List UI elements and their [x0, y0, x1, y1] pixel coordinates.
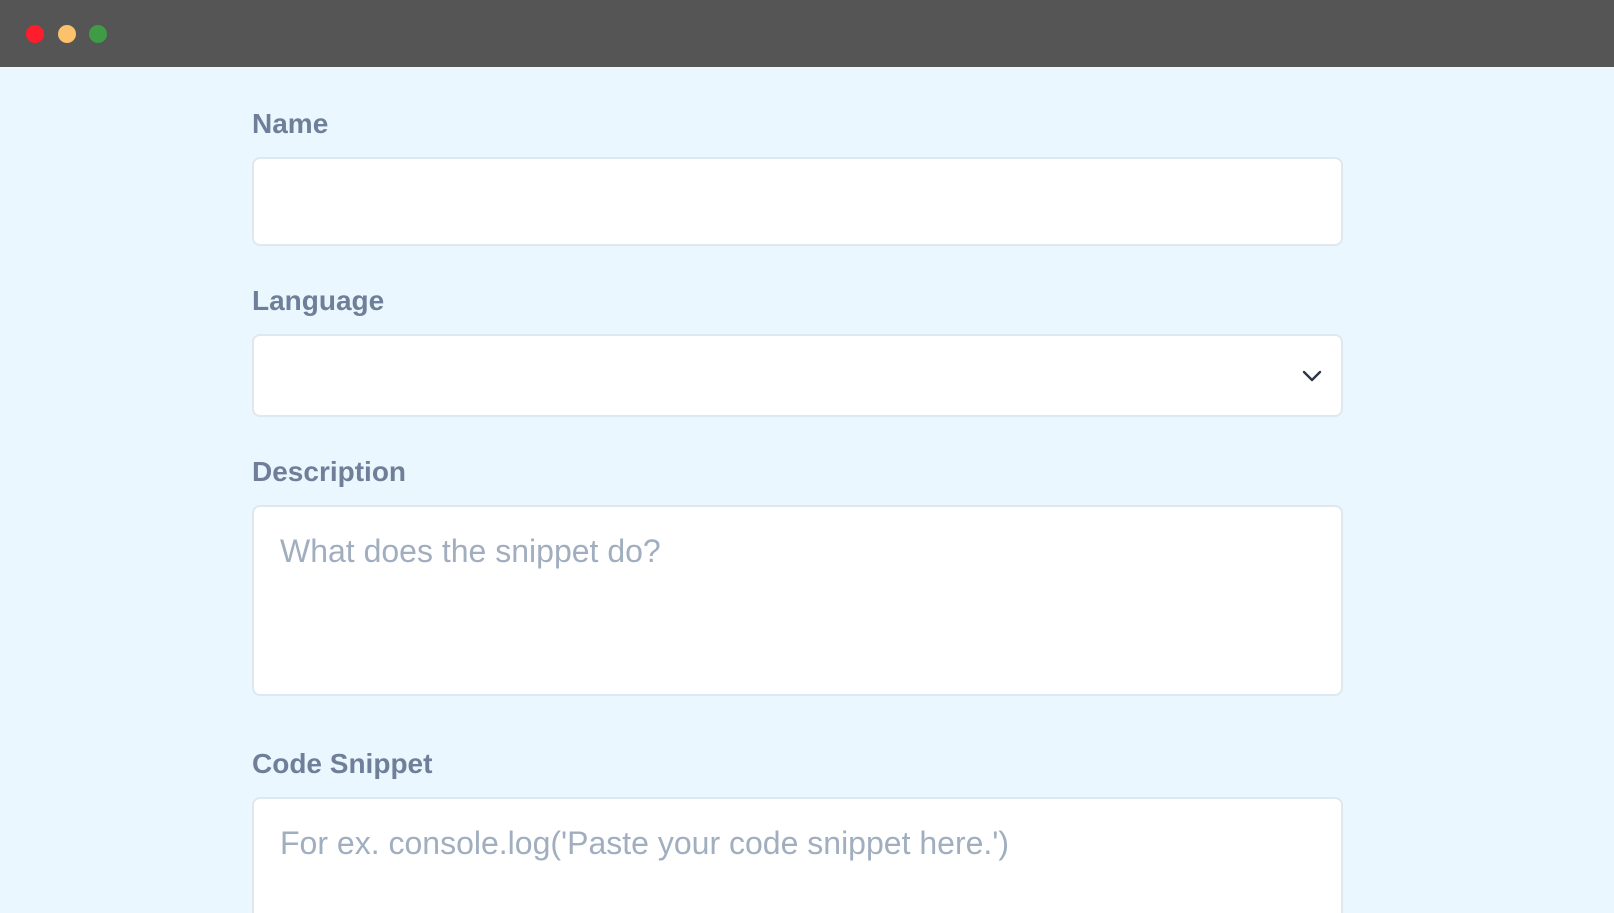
name-label: Name	[252, 108, 329, 139]
description-label: Description	[252, 456, 407, 487]
language-select[interactable]	[254, 336, 1341, 415]
window-zoom-button[interactable]	[89, 25, 107, 43]
window-minimize-button[interactable]	[58, 25, 76, 43]
description-textarea[interactable]	[254, 507, 1341, 694]
name-field-container	[252, 157, 1343, 246]
language-label: Language	[252, 285, 385, 316]
name-input[interactable]	[254, 159, 1341, 244]
code-snippet-field-container	[252, 797, 1343, 913]
description-field-container	[252, 505, 1343, 696]
code-snippet-textarea[interactable]	[254, 799, 1341, 913]
snippet-form: Name Language Description Code Snippet	[0, 67, 1614, 913]
language-select-container	[252, 334, 1343, 417]
code-snippet-label: Code Snippet	[252, 748, 433, 779]
window-titlebar	[0, 0, 1614, 67]
window-close-button[interactable]	[26, 25, 44, 43]
